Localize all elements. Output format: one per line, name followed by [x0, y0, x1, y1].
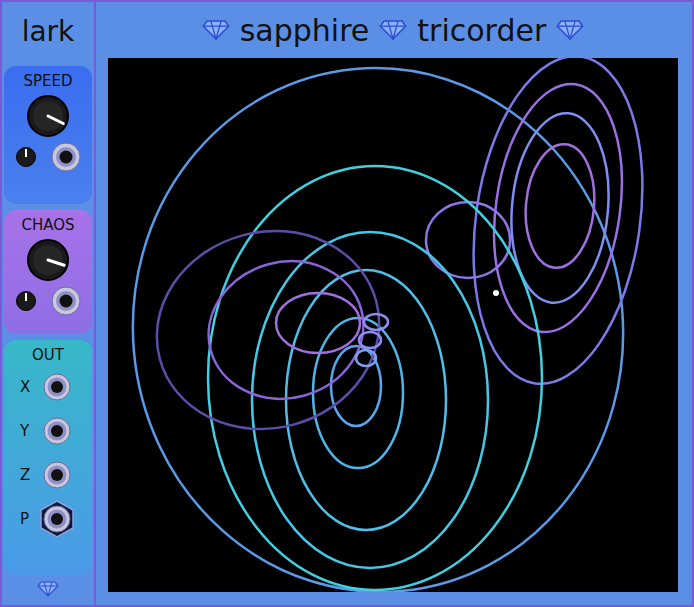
- output-port: Y: [20, 410, 76, 452]
- trajectory-loop: [134, 206, 401, 453]
- trajectory-loop: [313, 318, 403, 468]
- port-label: P: [20, 510, 34, 528]
- input-jack[interactable]: [51, 286, 81, 316]
- port-label: X: [20, 378, 34, 396]
- rack: lark SPEED CHAOS OUT X Y Z Psapphire tricorder: [0, 0, 694, 607]
- trajectory-loop: [359, 332, 381, 348]
- gem-icon: [37, 581, 59, 597]
- lark-panel: lark SPEED CHAOS OUT X Y Z P: [0, 0, 96, 607]
- trajectory-loop: [454, 58, 662, 395]
- gem-icon: [379, 19, 407, 41]
- control-section: SPEED: [4, 66, 92, 204]
- knob[interactable]: [26, 238, 70, 282]
- port-label: Y: [20, 422, 34, 440]
- tricorder-header: sapphire tricorder: [108, 2, 678, 58]
- module-title: tricorder: [417, 13, 546, 48]
- output-jack[interactable]: [38, 500, 76, 538]
- attenuverter-knob[interactable]: [15, 290, 37, 312]
- trajectory-display: [108, 58, 678, 592]
- output-port: Z: [20, 454, 76, 496]
- trajectory-loop: [364, 314, 388, 330]
- port-label: Z: [20, 466, 34, 484]
- output-jack[interactable]: [38, 456, 76, 494]
- control-label: CHAOS: [21, 216, 74, 234]
- attenuverter-knob[interactable]: [15, 146, 37, 168]
- control-section: CHAOS: [4, 210, 92, 334]
- tricorder-panel: sapphire tricorder: [96, 0, 694, 607]
- trajectory-loop: [521, 141, 600, 270]
- gem-icon: [202, 19, 230, 41]
- output-port: P: [20, 498, 76, 540]
- trajectory-loop: [426, 202, 510, 278]
- trajectory-loop: [356, 350, 376, 366]
- trajectory-loop: [276, 293, 360, 353]
- control-label: SPEED: [23, 72, 72, 90]
- output-port: X: [20, 366, 76, 408]
- trajectory-loop: [193, 244, 379, 416]
- input-jack[interactable]: [51, 142, 81, 172]
- trajectory-loop: [111, 58, 645, 592]
- modulation-row: [8, 286, 88, 316]
- output-jack[interactable]: [38, 368, 76, 406]
- brand-label: sapphire: [240, 13, 370, 48]
- output-section: OUT X Y Z P: [4, 340, 92, 575]
- knob[interactable]: [26, 94, 70, 138]
- modulation-row: [8, 142, 88, 172]
- trajectory-loop: [208, 166, 542, 590]
- trajectory-loop: [479, 76, 637, 341]
- output-label: OUT: [32, 346, 64, 364]
- trajectory-plot: [108, 58, 676, 592]
- output-jack[interactable]: [38, 412, 76, 450]
- module-title: lark: [4, 2, 92, 60]
- gem-icon: [556, 19, 584, 41]
- cursor-dot: [493, 290, 499, 296]
- trajectory-loop: [286, 270, 446, 530]
